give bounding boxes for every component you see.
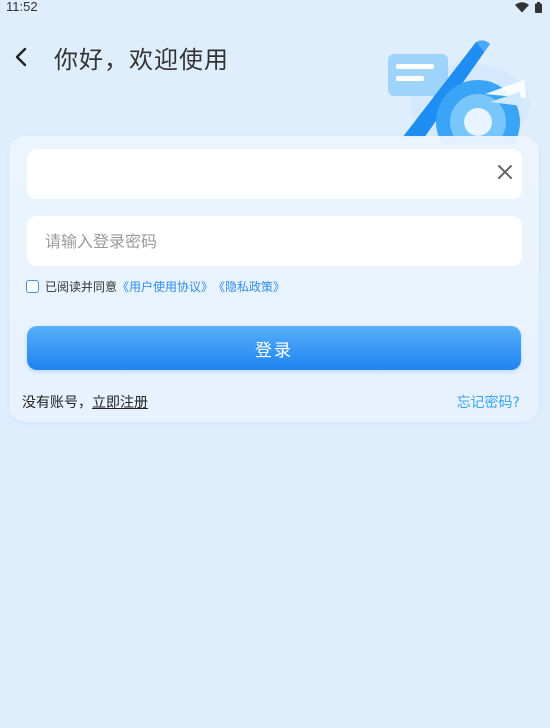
user-agreement-link[interactable]: 《用户使用协议》 [117, 278, 213, 295]
agreement-prefix: 已阅读并同意 [45, 279, 118, 294]
welcome-illustration [380, 34, 530, 164]
page-title: 你好，欢迎使用 [54, 46, 229, 74]
status-time: 11:52 [6, 0, 38, 14]
status-icons [515, 1, 542, 13]
chevron-left-icon [14, 47, 28, 71]
account-input[interactable] [43, 163, 506, 185]
agreement-row: 已阅读并同意 《用户使用协议》 《隐私政策》 [26, 276, 285, 296]
register-link[interactable]: 立即注册 [92, 395, 148, 411]
close-icon [497, 164, 513, 184]
no-account-text: 没有账号， [22, 395, 92, 411]
clear-button[interactable] [492, 161, 518, 187]
register-row: 没有账号，立即注册 [22, 392, 148, 412]
wifi-icon [515, 0, 529, 17]
status-bar: 11:52 [0, 0, 550, 16]
agreement-checkbox[interactable] [26, 279, 39, 293]
login-button[interactable]: 登录 [27, 326, 521, 370]
back-button[interactable] [6, 42, 36, 76]
password-input[interactable] [43, 230, 506, 252]
account-field[interactable] [27, 149, 522, 199]
battery-icon [535, 0, 542, 17]
privacy-policy-link[interactable]: 《隐私政策》 [213, 278, 285, 295]
password-field[interactable] [27, 216, 522, 266]
forgot-password-link[interactable]: 忘记密码? [457, 392, 520, 412]
